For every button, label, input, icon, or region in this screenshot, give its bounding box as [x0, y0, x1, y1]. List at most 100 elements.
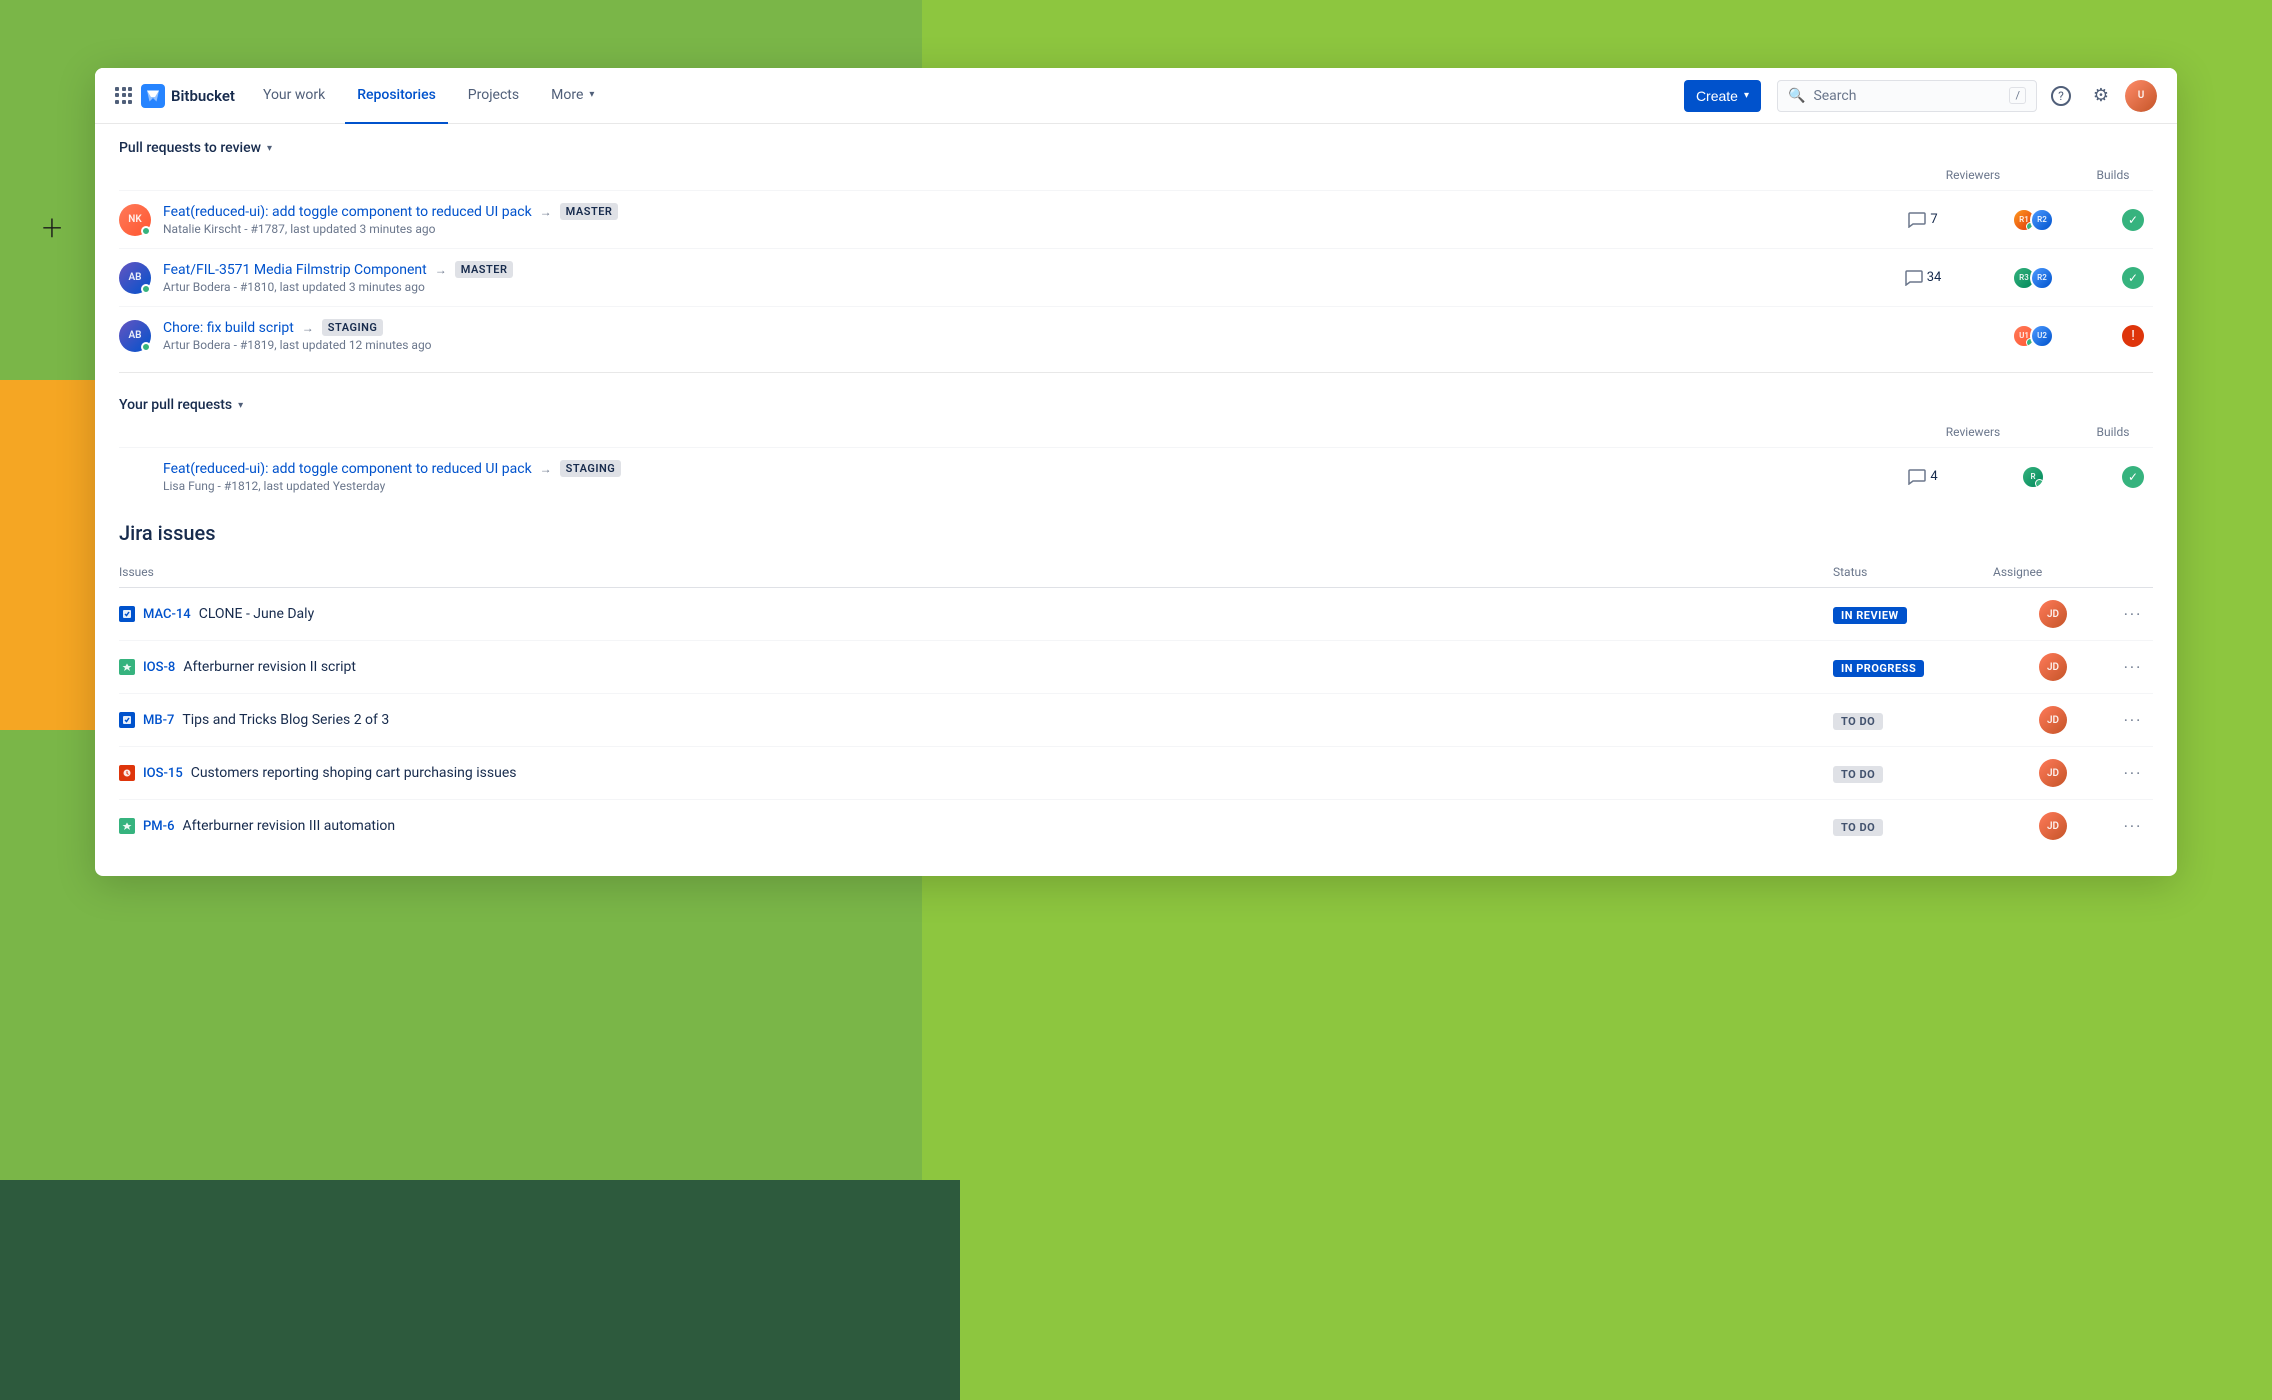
reviewer-avatar: R2	[2030, 266, 2054, 290]
issue-assignee: JD	[1993, 600, 2113, 628]
chevron-down-icon: ▾	[589, 89, 594, 100]
search-bar[interactable]: 🔍 Search /	[1777, 80, 2037, 112]
more-actions-icon[interactable]: ···	[2124, 658, 2143, 677]
issue-actions[interactable]: ···	[2113, 711, 2153, 730]
list-item: PM-6 Afterburner revision III automation…	[119, 800, 2153, 852]
pr-right-section: 7 R1 R2 ✓	[1893, 208, 2153, 232]
build-success-icon: ✓	[2122, 466, 2144, 488]
nav-more[interactable]: More ▾	[539, 68, 606, 124]
issue-type-story-icon	[119, 659, 135, 675]
pr-reviewers: R1 R2	[1993, 208, 2073, 232]
table-row: Feat(reduced-ui): add toggle component t…	[119, 448, 2153, 505]
avatar-online-status	[141, 284, 151, 294]
issue-actions[interactable]: ···	[2113, 605, 2153, 624]
pr-info: Feat/FIL-3571 Media Filmstrip Component …	[163, 261, 1881, 294]
pr-info: Chore: fix build script → STAGING Artur …	[163, 319, 1881, 352]
settings-button[interactable]: ⚙	[2085, 80, 2117, 112]
issue-key[interactable]: IOS-15	[143, 766, 183, 781]
status-badge: TO DO	[1833, 819, 1883, 836]
gear-icon: ⚙	[2093, 85, 2109, 106]
pr-title[interactable]: Feat(reduced-ui): add toggle component t…	[163, 204, 532, 220]
comment-count: 34	[1927, 270, 1942, 285]
issue-actions[interactable]: ···	[2113, 817, 2153, 836]
pr-to-review-table: Reviewers Builds NK Feat(reduced-ui): ad…	[95, 164, 2177, 364]
more-actions-icon[interactable]: ···	[2124, 711, 2143, 730]
approved-badge	[2035, 479, 2044, 488]
nav-repositories[interactable]: Repositories	[345, 68, 448, 124]
pr-table-header: Reviewers Builds	[119, 164, 2153, 191]
pr-arrow-icon: →	[302, 321, 314, 335]
pr-build-status: ✓	[2113, 267, 2153, 289]
assignee-avatar: JD	[2039, 600, 2067, 628]
search-placeholder: Search	[1813, 88, 2001, 104]
issue-summary: Afterburner revision II script	[183, 659, 356, 675]
your-pr-header[interactable]: Your pull requests ▾	[95, 381, 2177, 421]
issue-key[interactable]: PM-6	[143, 819, 174, 834]
your-pr-table: Reviewers Builds Feat(reduced-ui): add t…	[95, 421, 2177, 505]
pr-right-section: 4 R ✓	[1893, 465, 2153, 489]
issue-status: TO DO	[1833, 763, 1993, 783]
issue-summary: Afterburner revision III automation	[182, 818, 395, 834]
main-card: Bitbucket Your work Repositories Project…	[95, 68, 2177, 876]
more-actions-icon[interactable]: ···	[2124, 764, 2143, 783]
pr-build-status: ✓	[2113, 209, 2153, 231]
issue-actions[interactable]: ···	[2113, 658, 2153, 677]
jira-issue-info: MB-7 Tips and Tricks Blog Series 2 of 3	[119, 712, 1833, 728]
issue-summary: CLONE - June Daly	[199, 606, 315, 622]
issue-key[interactable]: IOS-8	[143, 660, 175, 675]
comment-count: 7	[1930, 212, 1937, 227]
app-switcher-icon[interactable]	[115, 87, 133, 105]
issue-type-bug-icon	[119, 765, 135, 781]
content-area: Pull requests to review ▾ Reviewers Buil…	[95, 124, 2177, 876]
pr-meta: Natalie Kirscht - #1787, last updated 3 …	[163, 222, 1881, 236]
create-button[interactable]: Create ▾	[1684, 80, 1761, 112]
table-row: AB Chore: fix build script → STAGING Art…	[119, 307, 2153, 364]
comment-icon	[1908, 212, 1926, 228]
pr-branch: STAGING	[322, 319, 384, 336]
nav-your-work[interactable]: Your work	[251, 68, 337, 124]
issue-key[interactable]: MAC-14	[143, 607, 191, 622]
col-header-reviewers-2: Reviewers	[1933, 425, 2013, 439]
reviewer-avatar: U2	[2030, 324, 2054, 348]
pr-title[interactable]: Chore: fix build script	[163, 320, 294, 336]
user-avatar-nav[interactable]: U	[2125, 80, 2157, 112]
pr-to-review-header[interactable]: Pull requests to review ▾	[95, 124, 2177, 164]
build-fail-icon: !	[2122, 325, 2144, 347]
pr-meta: Lisa Fung - #1812, last updated Yesterda…	[163, 479, 1881, 493]
pr-to-review-chevron: ▾	[267, 143, 272, 154]
nav-projects[interactable]: Projects	[456, 68, 531, 124]
list-item: IOS-15 Customers reporting shoping cart …	[119, 747, 2153, 800]
section-divider	[119, 372, 2153, 373]
jira-issue-info: MAC-14 CLONE - June Daly	[119, 606, 1833, 622]
pr-comments[interactable]: 34	[1893, 270, 1953, 286]
issue-assignee: JD	[1993, 812, 2113, 840]
issue-type-task-icon	[119, 712, 135, 728]
user-face: U	[2125, 80, 2157, 112]
your-pr-title: Your pull requests	[119, 397, 232, 413]
app-name: Bitbucket	[171, 87, 235, 105]
status-badge: TO DO	[1833, 766, 1883, 783]
pr-info: Feat(reduced-ui): add toggle component t…	[163, 203, 1881, 236]
help-button[interactable]: ?	[2045, 80, 2077, 112]
pr-title[interactable]: Feat/FIL-3571 Media Filmstrip Component	[163, 262, 427, 278]
more-actions-icon[interactable]: ···	[2124, 817, 2143, 836]
issue-summary: Tips and Tricks Blog Series 2 of 3	[182, 712, 389, 728]
decorative-plus-2: +	[42, 210, 62, 246]
list-item: IOS-8 Afterburner revision II script IN …	[119, 641, 2153, 694]
jira-issue-info: PM-6 Afterburner revision III automation	[119, 818, 1833, 834]
issue-actions[interactable]: ···	[2113, 764, 2153, 783]
jira-section: Jira issues Issues Status Assignee MAC-1…	[95, 505, 2177, 852]
bitbucket-logo[interactable]: Bitbucket	[141, 84, 235, 108]
issue-assignee: JD	[1993, 653, 2113, 681]
pr-meta: Artur Bodera - #1810, last updated 3 min…	[163, 280, 1881, 294]
pr-info: Feat(reduced-ui): add toggle component t…	[163, 460, 1881, 493]
col-header-builds-2: Builds	[2073, 425, 2153, 439]
status-badge: TO DO	[1833, 713, 1883, 730]
pr-title[interactable]: Feat(reduced-ui): add toggle component t…	[163, 461, 532, 477]
issue-key[interactable]: MB-7	[143, 713, 174, 728]
pr-comments[interactable]: 7	[1893, 212, 1953, 228]
pr-comments[interactable]: 4	[1893, 469, 1953, 485]
chevron-down-icon: ▾	[1744, 90, 1749, 101]
more-actions-icon[interactable]: ···	[2124, 605, 2143, 624]
navbar: Bitbucket Your work Repositories Project…	[95, 68, 2177, 124]
